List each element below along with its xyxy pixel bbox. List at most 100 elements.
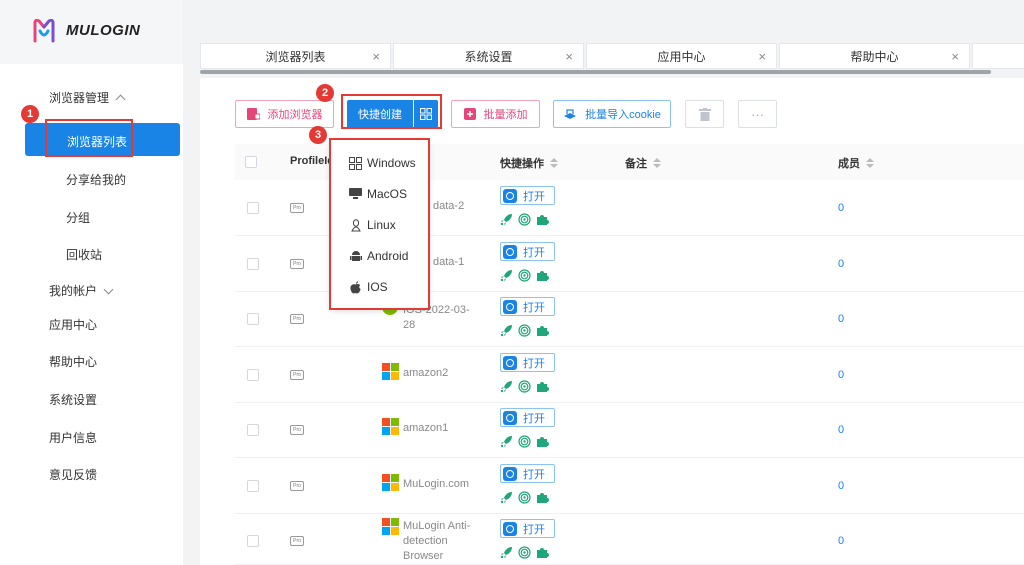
rocket-icon[interactable] xyxy=(500,269,513,282)
member-count[interactable]: 0 xyxy=(838,369,844,381)
quick-action-icons xyxy=(500,213,549,226)
rocket-icon[interactable] xyxy=(500,380,513,393)
quick-action-icons xyxy=(500,546,549,559)
windows-logo-icon xyxy=(382,518,399,535)
open-browser-button[interactable]: 打开 xyxy=(500,242,555,261)
puzzle-icon[interactable] xyxy=(536,546,549,559)
fingerprint-icon[interactable] xyxy=(518,546,531,559)
member-count[interactable]: 0 xyxy=(838,202,844,214)
table-row[interactable]: Pro MuLogin.com 打开 0 xyxy=(235,458,1024,514)
sidebar-item-app-center[interactable]: 应用中心 xyxy=(49,316,97,333)
profile-name: MuLogin Anti-detection Browser xyxy=(403,520,471,562)
row-checkbox[interactable] xyxy=(247,258,259,270)
profile-name: MuLogin.com xyxy=(403,478,470,490)
column-label: 快捷操作 xyxy=(500,158,544,170)
column-header-members[interactable]: 成员 xyxy=(838,155,874,171)
tab-help-center[interactable]: 帮助中心 × xyxy=(779,43,970,69)
member-count[interactable]: 0 xyxy=(838,424,844,436)
row-checkbox[interactable] xyxy=(247,313,259,325)
row-checkbox[interactable] xyxy=(247,424,259,436)
row-checkbox[interactable] xyxy=(247,202,259,214)
rocket-icon[interactable] xyxy=(500,324,513,337)
puzzle-icon[interactable] xyxy=(536,380,549,393)
rocket-icon[interactable] xyxy=(500,213,513,226)
sort-icon[interactable] xyxy=(653,158,661,168)
open-label: 打开 xyxy=(523,412,545,425)
batch-import-cookie-button[interactable]: 批量导入cookie xyxy=(553,100,671,128)
member-count[interactable]: 0 xyxy=(838,313,844,325)
open-browser-button[interactable]: 打开 xyxy=(500,353,555,372)
tab-browser-list[interactable]: 浏览器列表 × xyxy=(200,43,391,69)
add-browser-button[interactable]: 添加浏览器 xyxy=(235,100,334,128)
step-badge-1: 1 xyxy=(21,105,39,123)
chevron-down-icon xyxy=(103,284,114,294)
fingerprint-icon[interactable] xyxy=(518,269,531,282)
close-icon[interactable]: × xyxy=(372,49,380,64)
pro-badge-icon: Pro xyxy=(290,203,304,213)
column-header-profile-id[interactable]: ProfileId xyxy=(290,155,334,167)
open-browser-button[interactable]: 打开 xyxy=(500,464,555,483)
fingerprint-icon[interactable] xyxy=(518,213,531,226)
close-icon[interactable]: × xyxy=(565,49,573,64)
fingerprint-icon[interactable] xyxy=(518,324,531,337)
open-browser-button[interactable]: 打开 xyxy=(500,297,555,316)
sidebar-item-recycle-bin[interactable]: 回收站 xyxy=(66,246,102,263)
tab-scrollbar[interactable] xyxy=(200,70,991,74)
batch-add-button[interactable]: 批量添加 xyxy=(451,100,540,128)
table-row[interactable]: Pro amazon1 打开 0 xyxy=(235,402,1024,458)
puzzle-icon[interactable] xyxy=(536,213,549,226)
close-icon[interactable]: × xyxy=(951,49,959,64)
table-row[interactable]: Pro MuLogin Anti-detection Browser 打开 0 xyxy=(235,513,1024,565)
puzzle-icon[interactable] xyxy=(536,324,549,337)
rocket-icon[interactable] xyxy=(500,491,513,504)
clock-icon xyxy=(503,244,517,259)
puzzle-icon[interactable] xyxy=(536,491,549,504)
clock-icon xyxy=(503,410,517,425)
close-icon[interactable]: × xyxy=(758,49,766,64)
sidebar-item-help-center[interactable]: 帮助中心 xyxy=(49,353,97,370)
quick-action-icons xyxy=(500,435,549,448)
sidebar-item-user-info[interactable]: 用户信息 xyxy=(49,429,97,446)
rocket-icon[interactable] xyxy=(500,546,513,559)
member-count[interactable]: 0 xyxy=(838,535,844,547)
open-browser-button[interactable]: 打开 xyxy=(500,519,555,538)
delete-button[interactable] xyxy=(685,100,724,128)
sidebar-item-feedback[interactable]: 意见反馈 xyxy=(49,466,97,483)
rocket-icon[interactable] xyxy=(500,435,513,448)
select-all-checkbox[interactable] xyxy=(245,156,257,168)
more-button[interactable]: ··· xyxy=(738,100,777,128)
column-header-notes[interactable]: 备注 xyxy=(625,155,661,171)
column-header-quick-ops[interactable]: 快捷操作 xyxy=(500,155,558,171)
puzzle-icon[interactable] xyxy=(536,269,549,282)
pro-badge-icon: Pro xyxy=(290,536,304,546)
table-row[interactable]: Pro amazon2 打开 0 xyxy=(235,347,1024,403)
tab-overflow[interactable] xyxy=(972,43,1024,69)
member-count[interactable]: 0 xyxy=(838,258,844,270)
row-checkbox[interactable] xyxy=(247,535,259,547)
fingerprint-icon[interactable] xyxy=(518,435,531,448)
row-checkbox[interactable] xyxy=(247,369,259,381)
tab-system-settings[interactable]: 系统设置 × xyxy=(393,43,584,69)
clock-icon xyxy=(503,355,517,370)
fingerprint-icon[interactable] xyxy=(518,380,531,393)
sort-icon[interactable] xyxy=(866,158,874,168)
logo-text: MULOGIN xyxy=(66,21,141,39)
open-label: 打开 xyxy=(523,301,545,314)
member-count[interactable]: 0 xyxy=(838,480,844,492)
open-label: 打开 xyxy=(523,523,545,536)
sidebar-item-system-settings[interactable]: 系统设置 xyxy=(49,391,97,408)
row-checkbox[interactable] xyxy=(247,480,259,492)
pro-badge-icon: Pro xyxy=(290,425,304,435)
tab-bar: 浏览器列表 × 系统设置 × 应用中心 × 帮助中心 × xyxy=(200,43,1024,69)
open-browser-button[interactable]: 打开 xyxy=(500,186,555,205)
open-browser-button[interactable]: 打开 xyxy=(500,408,555,427)
sidebar-item-shared-with-me[interactable]: 分享给我的 xyxy=(66,171,126,188)
puzzle-icon[interactable] xyxy=(536,435,549,448)
sidebar-item-browser-management[interactable]: 浏览器管理 xyxy=(49,89,126,106)
tab-app-center[interactable]: 应用中心 × xyxy=(586,43,777,69)
fingerprint-icon[interactable] xyxy=(518,491,531,504)
sort-icon[interactable] xyxy=(550,158,558,168)
sidebar-item-my-account[interactable]: 我的帐户 xyxy=(49,282,114,299)
sidebar-item-groups[interactable]: 分组 xyxy=(66,209,90,226)
open-label: 打开 xyxy=(523,246,545,259)
